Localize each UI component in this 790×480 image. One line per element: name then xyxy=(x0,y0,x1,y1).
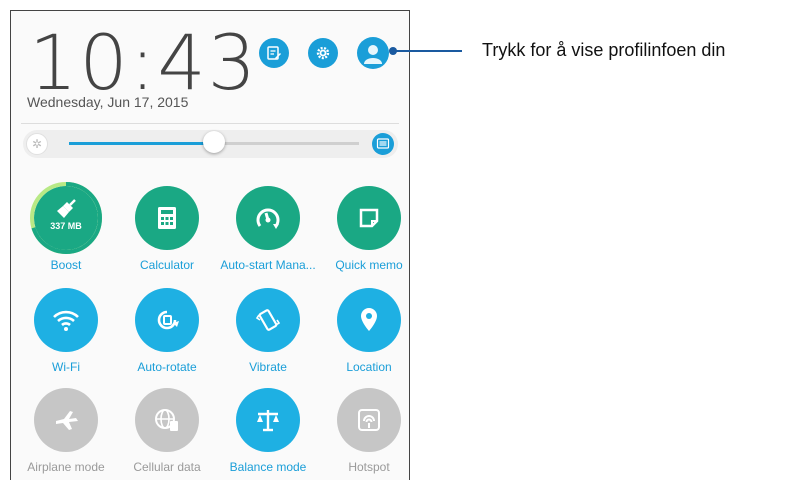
tile-label: Calculator xyxy=(139,258,195,272)
tile-label: Auto-start Mana... xyxy=(220,258,316,272)
divider xyxy=(21,123,399,124)
tile-boost[interactable]: 337 MB Boost xyxy=(16,182,116,272)
boost-button[interactable]: 337 MB xyxy=(30,182,102,254)
edit-icon[interactable] xyxy=(259,38,289,68)
tile-label: Cellular data xyxy=(133,460,201,474)
hotspot-button[interactable] xyxy=(337,388,401,452)
balance-mode-button[interactable] xyxy=(236,388,300,452)
tile-hotspot[interactable]: Hotspot xyxy=(319,388,409,474)
brightness-sun-icon: ✲ xyxy=(26,133,48,155)
memo-icon xyxy=(359,208,379,228)
quick-settings-panel: 10:43 Wednesday, Jun 17, 2015 ✲ 337 MB B… xyxy=(10,10,410,480)
tile-airplane-mode[interactable]: Airplane mode xyxy=(16,388,116,474)
callout-text: Trykk for å vise profilinfoen din xyxy=(482,40,726,60)
vibrate-icon xyxy=(255,309,281,331)
tile-balance-mode[interactable]: Balance mode xyxy=(218,388,318,474)
wifi-icon xyxy=(53,310,79,331)
tile-label: Boost xyxy=(50,258,82,272)
auto-brightness-icon xyxy=(376,138,390,149)
quick-memo-button[interactable] xyxy=(337,186,401,250)
callout-line xyxy=(392,50,462,52)
rotate-icon xyxy=(157,310,179,330)
boost-progress-ring xyxy=(30,182,102,254)
airplane-mode-button[interactable] xyxy=(34,388,98,452)
tile-label: Auto-rotate xyxy=(137,360,197,374)
speedometer-icon xyxy=(256,208,280,229)
tile-label: Airplane mode xyxy=(27,460,105,474)
location-pin-icon xyxy=(361,308,377,331)
tile-wifi[interactable]: Wi-Fi xyxy=(16,288,116,374)
auto-start-manager-button[interactable] xyxy=(236,186,300,250)
tile-location[interactable]: Location xyxy=(319,288,409,374)
wifi-button[interactable] xyxy=(34,288,98,352)
brightness-slider-thumb[interactable] xyxy=(203,131,225,153)
balance-scale-icon xyxy=(257,410,279,432)
tile-quick-memo[interactable]: Quick memo xyxy=(319,186,409,272)
tile-cellular-data[interactable]: Cellular data xyxy=(117,388,217,474)
tile-label: Quick memo xyxy=(335,258,403,272)
tile-calculator[interactable]: Calculator xyxy=(117,186,217,272)
profile-icon[interactable] xyxy=(357,37,389,69)
tile-label: Hotspot xyxy=(348,460,390,474)
tile-label: Balance mode xyxy=(229,460,307,474)
brightness-bar: ✲ xyxy=(23,130,398,158)
calculator-icon xyxy=(158,207,176,229)
clock-date: Wednesday, Jun 17, 2015 xyxy=(27,94,189,110)
tile-label: Wi-Fi xyxy=(52,360,80,374)
airplane-icon xyxy=(56,411,78,430)
boost-memory: 337 MB xyxy=(50,221,82,231)
tile-auto-rotate[interactable]: Auto-rotate xyxy=(117,288,217,374)
vibrate-button[interactable] xyxy=(236,288,300,352)
auto-rotate-button[interactable] xyxy=(135,288,199,352)
calculator-button[interactable] xyxy=(135,186,199,250)
tile-vibrate[interactable]: Vibrate xyxy=(218,288,318,374)
hotspot-icon xyxy=(358,409,380,431)
auto-brightness-button[interactable] xyxy=(372,133,394,155)
location-button[interactable] xyxy=(337,288,401,352)
tile-label: Location xyxy=(346,360,392,374)
cellular-data-button[interactable] xyxy=(135,388,199,452)
settings-icon[interactable] xyxy=(308,38,338,68)
tile-auto-start-manager[interactable]: Auto-start Mana... xyxy=(218,186,318,272)
tile-label: Vibrate xyxy=(249,360,287,374)
clock-time: 10:43 xyxy=(29,18,259,107)
brightness-track-fill xyxy=(69,142,214,145)
globe-icon xyxy=(155,409,178,431)
